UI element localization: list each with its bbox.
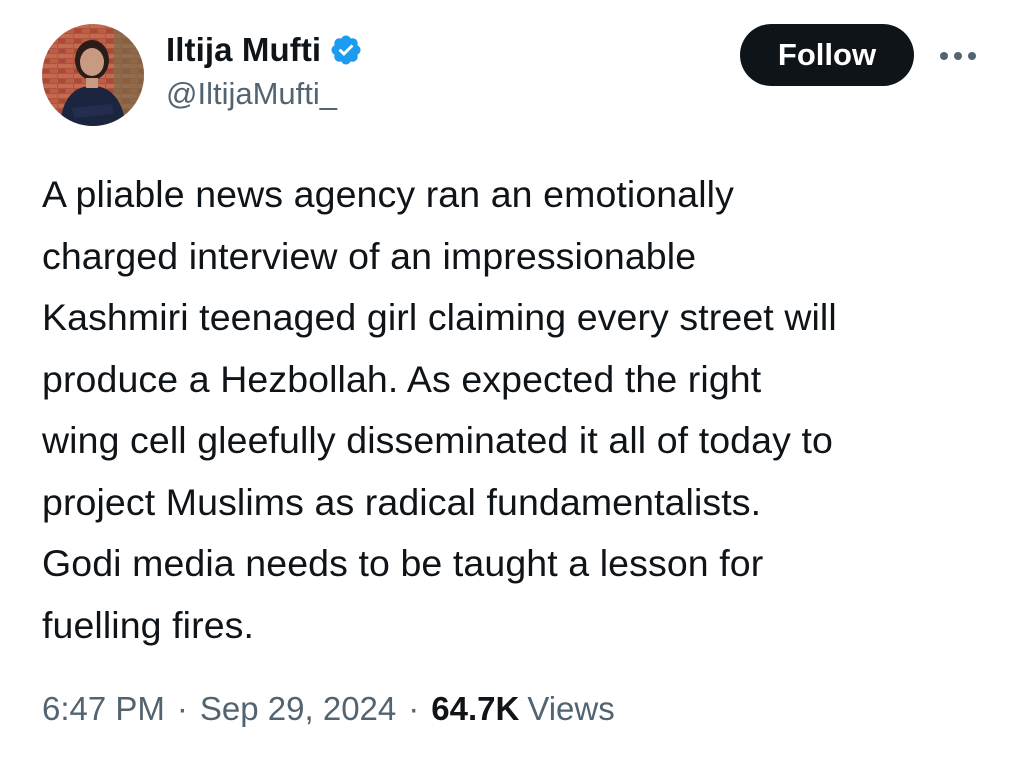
author-display-name[interactable]: Iltija Mufti	[166, 31, 321, 69]
views-count[interactable]: 64.7K	[431, 690, 519, 728]
views-label: Views	[527, 690, 615, 727]
verified-badge-icon	[329, 33, 363, 67]
meta-separator: ·	[176, 690, 188, 727]
tweet-meta: 6:47 PM · Sep 29, 2024 · 64.7K Views	[42, 690, 615, 728]
name-row: Iltija Mufti	[166, 28, 363, 72]
avatar-image	[42, 24, 144, 126]
tweet-text: A pliable news agency ran an emotionally…	[42, 173, 837, 646]
more-options-button[interactable]	[934, 42, 982, 70]
tweet-date[interactable]: Sep 29, 2024	[200, 690, 396, 728]
more-horizontal-icon	[940, 52, 976, 60]
tweet-time[interactable]: 6:47 PM	[42, 690, 165, 728]
author-info: Iltija Mufti @IltijaMufti_	[166, 28, 363, 112]
avatar[interactable]	[42, 24, 144, 126]
author-handle[interactable]: @IltijaMufti_	[166, 76, 363, 112]
meta-separator: ·	[408, 690, 420, 727]
tweet-header: Iltija Mufti @IltijaMufti_ Follow	[42, 24, 982, 128]
tweet-card: Iltija Mufti @IltijaMufti_ Follow A plia…	[0, 0, 1024, 767]
follow-button[interactable]: Follow	[740, 24, 914, 86]
